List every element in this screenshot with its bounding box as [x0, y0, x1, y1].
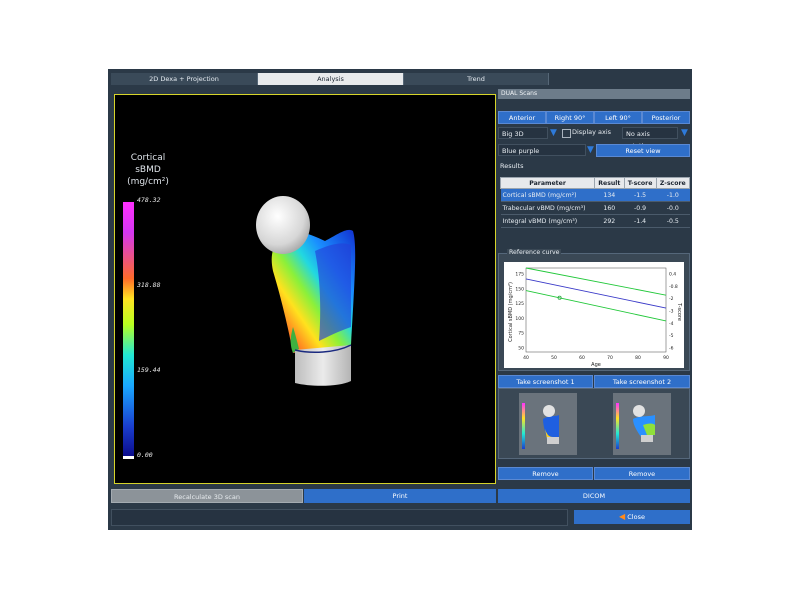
tab-trend[interactable]: Trend: [404, 73, 549, 85]
cell: Cortical sBMD (mg/cm²): [500, 188, 595, 202]
colormap-select[interactable]: Blue purple: [498, 144, 586, 156]
col-tscore: T-score: [623, 177, 657, 189]
tab-2d-dexa[interactable]: 2D Dexa + Projection: [111, 73, 258, 85]
mini-femur-icon: [543, 405, 559, 444]
results-table: Parameter Result T-score Z-score Cortica…: [499, 177, 691, 228]
cell: Trabecular vBMD (mg/cm³): [500, 201, 595, 215]
panel-title: DUAL Scans: [498, 89, 690, 99]
close-button[interactable]: ◀ Close: [574, 510, 690, 524]
reference-curve-chart: Cortical sBMD (mg/cm²) T-score Age 40 50 6…: [504, 262, 684, 368]
rotation-select[interactable]: No axis rotation: [622, 127, 678, 150]
reset-view-button[interactable]: Reset view: [596, 144, 690, 157]
x-axis-label: Age: [591, 362, 601, 368]
screenshot-area: [498, 388, 690, 459]
y-tick-label: 100: [515, 316, 524, 322]
reference-curve-title: Reference curve: [507, 249, 562, 256]
y-tick-label: 50: [518, 346, 524, 352]
3d-viewport[interactable]: Cortical sBMD (mg/cm²) 478.32 318.88 159…: [114, 94, 496, 484]
cell: 292: [594, 214, 624, 228]
y2-tick-label: -0.8: [669, 284, 678, 290]
y-tick-label: 75: [518, 331, 524, 337]
y2-tick-label: -4: [669, 321, 674, 327]
status-bar: [111, 509, 568, 526]
cell: -0.5: [656, 214, 690, 228]
chevron-down-icon[interactable]: ▼: [587, 145, 595, 155]
take-screenshot-1-button[interactable]: Take screenshot 1: [498, 375, 593, 388]
mini-femur-icon: [633, 405, 655, 442]
table-row[interactable]: Integral vBMD (mg/cm³) 292 -1.4 -0.5: [500, 214, 690, 228]
print-button[interactable]: Print: [304, 489, 496, 503]
x-tick-label: 80: [635, 355, 641, 361]
screenshot-thumbnail-2[interactable]: [613, 393, 671, 455]
cell: Integral vBMD (mg/cm³): [500, 214, 595, 228]
x-tick-label: 70: [607, 355, 613, 361]
chevron-down-icon[interactable]: ▼: [681, 128, 689, 138]
mode-select[interactable]: Big 3D: [498, 127, 548, 139]
back-arrow-icon: ◀: [619, 512, 626, 521]
x-tick-label: 40: [523, 355, 529, 361]
close-label: Close: [627, 513, 645, 521]
y-axis-label: Cortical sBMD (mg/cm²): [508, 282, 514, 342]
y2-tick-label: -2: [669, 296, 674, 302]
app-window: 2D Dexa + Projection Analysis Trend Cort…: [108, 69, 692, 530]
col-result: Result: [594, 177, 625, 189]
col-parameter: Parameter: [499, 177, 596, 189]
cell: -1.4: [624, 214, 657, 228]
view-anterior-button[interactable]: Anterior: [498, 111, 546, 124]
reference-curve-svg: Cortical sBMD (mg/cm²) T-score Age 40 50 6…: [508, 267, 682, 368]
cell: -1.0: [656, 188, 690, 202]
cell: -0.0: [656, 201, 690, 215]
y-tick-label: 175: [515, 272, 524, 278]
table-row[interactable]: Trabecular vBMD (mg/cm³) 160 -0.9 -0.0: [500, 201, 690, 215]
chevron-down-icon[interactable]: ▼: [550, 128, 558, 138]
cell: -1.5: [624, 188, 657, 202]
y2-axis-label: T-score: [676, 302, 682, 321]
cell: 160: [594, 201, 624, 215]
y2-tick-label: -3: [669, 309, 674, 315]
tab-analysis[interactable]: Analysis: [258, 73, 404, 85]
recalculate-3d-button[interactable]: Recalculate 3D scan: [111, 489, 303, 503]
col-zscore: Z-score: [655, 177, 691, 189]
y-tick-label: 125: [515, 301, 524, 307]
display-axis-label: Display axis: [572, 128, 612, 136]
femur-model: [256, 196, 356, 386]
x-tick-label: 60: [579, 355, 585, 361]
view-posterior-button[interactable]: Posterior: [642, 111, 690, 124]
y2-tick-label: -5: [669, 333, 674, 339]
remove-screenshot-1-button[interactable]: Remove: [498, 467, 593, 480]
remove-screenshot-2-button[interactable]: Remove: [594, 467, 690, 480]
y-tick-label: 150: [515, 286, 524, 292]
plot-area: [525, 267, 667, 353]
tab-bar: 2D Dexa + Projection Analysis Trend: [111, 73, 549, 85]
display-axis-checkbox[interactable]: [562, 129, 571, 138]
table-row[interactable]: Cortical sBMD (mg/cm²) 134 -1.5 -1.0: [500, 188, 690, 202]
y2-tick-label: -6: [669, 346, 674, 352]
view-right-button[interactable]: Right 90°: [546, 111, 594, 124]
take-screenshot-2-button[interactable]: Take screenshot 2: [594, 375, 690, 388]
results-label: Results: [500, 162, 524, 170]
y2-tick-label: 0.4: [669, 272, 676, 278]
cell: 134: [594, 188, 624, 202]
reference-curve-group: Reference curve Cortical sBMD (mg/cm²) T…: [498, 249, 690, 371]
view-left-button[interactable]: Left 90°: [594, 111, 642, 124]
cell: -0.9: [624, 201, 657, 215]
screenshot-thumbnail-1[interactable]: [519, 393, 577, 455]
x-tick-label: 50: [551, 355, 557, 361]
dicom-button[interactable]: DICOM: [498, 489, 690, 503]
x-tick-label: 90: [663, 355, 669, 361]
